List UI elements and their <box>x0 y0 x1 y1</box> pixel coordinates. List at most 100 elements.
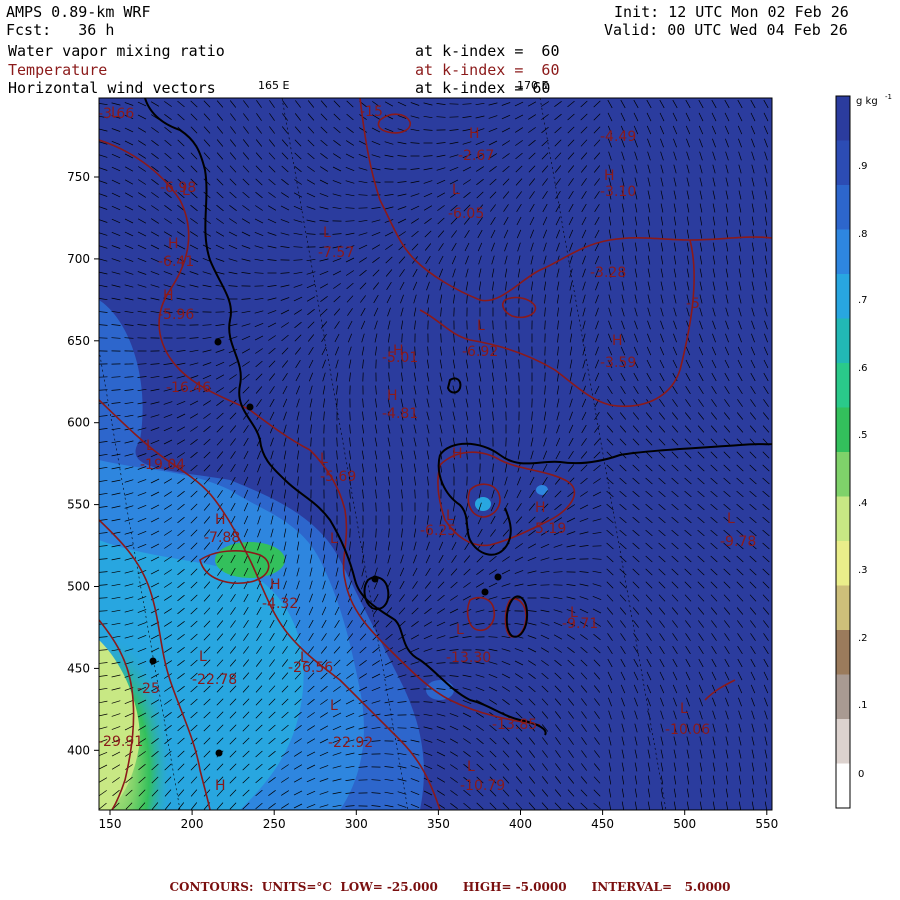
y-tick-label: 600 <box>67 416 90 430</box>
moist-patch-peak3 <box>426 680 454 700</box>
colorbar-label: .9 <box>858 161 868 172</box>
station-dot <box>214 338 222 346</box>
y-tick-label: 400 <box>67 743 90 757</box>
hl-label-high: H <box>215 778 226 794</box>
contour-value-label: -6.92 <box>462 344 498 360</box>
moist-patch-peak2 <box>536 485 548 495</box>
y-tick-label: 750 <box>67 170 90 184</box>
colorbar-label: .5 <box>858 430 868 441</box>
hl-label-high: H <box>215 512 226 528</box>
contour-value-label: -10.79 <box>460 778 505 794</box>
contour-value-label: -19.04 <box>140 457 185 473</box>
colorbar-label: .1 <box>858 700 868 711</box>
hl-label-high: H <box>612 333 623 349</box>
x-tick-label: 400 <box>509 817 532 831</box>
colorbar-segment <box>836 363 850 408</box>
contour-value-label: -4.81 <box>382 406 418 422</box>
colorbar-segment <box>836 719 850 764</box>
x-tick-label: 300 <box>345 817 368 831</box>
contour-value-label: -15 <box>360 104 383 120</box>
y-tick-label: 650 <box>67 334 90 348</box>
hl-label-low: L <box>330 531 338 547</box>
x-axis: 150 200 250 300 350 400 450 500 550 <box>99 810 778 831</box>
colorbar-label: .2 <box>858 633 868 644</box>
hl-label-low: L <box>467 759 475 775</box>
lon-label-165e: 165 E <box>258 79 289 92</box>
hl-label-low: L <box>452 182 460 198</box>
colorbar-label: .7 <box>858 295 868 306</box>
colorbar-label: .3 <box>858 565 868 576</box>
contour-value-label: -3.66 <box>98 106 134 122</box>
x-tick-label: 350 <box>427 817 450 831</box>
colorbar-segment <box>836 318 850 364</box>
hl-label-low: L <box>146 438 154 454</box>
hl-label-low: L <box>320 451 328 467</box>
contour-value-label: -22.78 <box>192 672 237 688</box>
contour-value-label: -3.28 <box>590 265 626 281</box>
moist-patch-peak1 <box>475 497 491 511</box>
colorbar-label: .6 <box>858 363 868 374</box>
colorbar-segment <box>836 229 850 275</box>
hl-label-high: H <box>270 577 281 593</box>
station-dot <box>215 749 223 757</box>
contour-value-label: -4.49 <box>600 129 636 145</box>
hl-label-low: L <box>446 508 454 524</box>
y-tick-label: 450 <box>67 661 90 675</box>
colorbar-segment <box>836 585 850 631</box>
station-dot <box>149 657 157 665</box>
contour-value-label: -6.05 <box>448 206 484 222</box>
contour-info: CONTOURS: UNITS=°C LOW= -25.000 HIGH= -5… <box>169 880 731 894</box>
colorbar-segment <box>836 407 850 453</box>
contour-value-label: -13.30 <box>446 650 491 666</box>
station-dot <box>371 575 379 583</box>
contour-value-label: -9.71 <box>562 616 598 632</box>
hl-label-high: H <box>163 288 174 304</box>
contour-value-label: -5.01 <box>382 350 418 366</box>
hl-label-low: L <box>727 511 735 527</box>
contour-value-label: -6.98 <box>160 180 196 196</box>
y-tick-label: 700 <box>67 252 90 266</box>
contour-value-label: -7.57 <box>318 245 354 261</box>
colorbar-segment <box>836 140 850 186</box>
hl-label-high: H <box>469 126 480 142</box>
hl-label-high: H <box>604 168 615 184</box>
colorbar: g kg -1 .9 .8 .7 .6 .5 .4 .3 .2 .1 0 <box>835 93 892 809</box>
contour-value-label: -9.78 <box>720 534 756 550</box>
hl-label-high: H <box>535 500 546 516</box>
hl-label-low: L <box>477 318 485 334</box>
contour-value-label: -25 <box>137 681 160 697</box>
colorbar-segment <box>836 185 850 230</box>
y-tick-label: 550 <box>67 498 90 512</box>
contour-value-label: -6.41 <box>158 254 194 270</box>
colorbar-label: .4 <box>858 498 868 509</box>
contour-value-label: -2.67 <box>458 148 494 164</box>
contour-value-label: -10.06 <box>665 722 710 738</box>
station-dot <box>494 573 502 581</box>
colorbar-segment <box>836 96 850 141</box>
colorbar-segment <box>836 274 850 319</box>
hl-label-low: L <box>323 225 331 241</box>
contour-value-label: -3.59 <box>600 355 636 371</box>
colorbar-segment <box>836 541 850 586</box>
colorbar-segment <box>836 630 850 675</box>
colorbar-label: .8 <box>858 229 868 240</box>
x-tick-label: 500 <box>673 817 696 831</box>
map-figure: HHHHHHHHHHHHLL LLLLLLLLLLL LLLL-3.66-2.67-… <box>67 79 892 831</box>
hl-label-low: L <box>199 649 207 665</box>
contour-value-label: -3.10 <box>600 184 636 200</box>
contour-value-label: -5.69 <box>320 469 356 485</box>
x-tick-label: 550 <box>755 817 778 831</box>
y-tick-label: 500 <box>67 580 90 594</box>
contour-value-label: -22.92 <box>328 735 373 751</box>
contour-value-label: -16.46 <box>166 380 211 396</box>
x-tick-label: 450 <box>591 817 614 831</box>
colorbar-units-exponent: -1 <box>885 93 892 101</box>
hl-label-low: L <box>680 701 688 717</box>
y-axis: 750 700 650 600 550 500 450 400 <box>67 170 99 757</box>
hl-label-low: L <box>456 622 464 638</box>
colorbar-units: g kg <box>856 96 878 107</box>
colorbar-segment <box>836 452 850 497</box>
lon-label-170e: 170 E <box>517 79 548 92</box>
contour-value-label: -7.88 <box>204 530 240 546</box>
contour-value-label: -5 <box>686 296 700 312</box>
